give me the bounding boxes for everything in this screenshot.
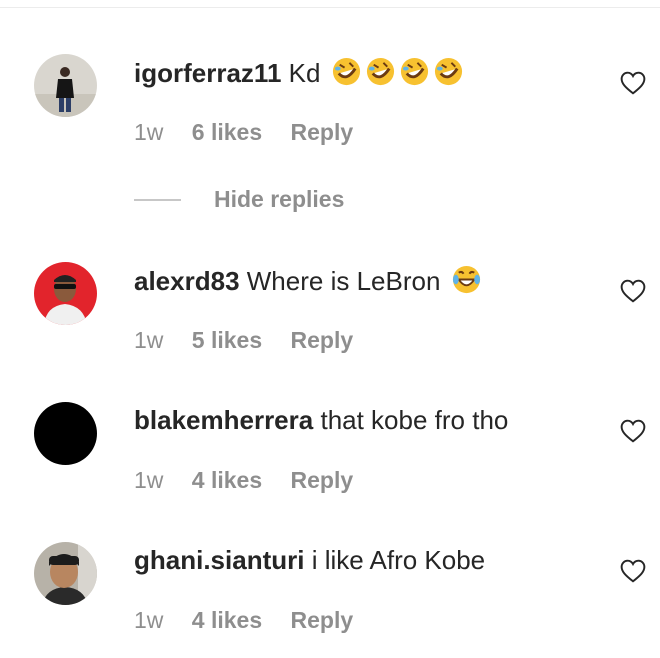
comment-text: that kobe fro tho (320, 405, 509, 435)
comment-meta: 1w 6 likes Reply (134, 118, 375, 146)
rofl-emoji-icon (400, 57, 428, 86)
heart-outline-icon[interactable] (620, 559, 646, 583)
comment-line: blakemherrera that kobe fro tho (134, 404, 508, 436)
comment-time[interactable]: 1w (134, 607, 163, 633)
comment-meta: 1w 4 likes Reply (134, 466, 375, 494)
comment-username[interactable]: igorferraz11 (134, 58, 281, 88)
avatar-image (34, 54, 97, 117)
avatar[interactable] (34, 402, 97, 465)
comment-time[interactable]: 1w (134, 119, 163, 145)
avatar-image (34, 262, 97, 325)
replies-divider-line (134, 199, 181, 201)
heart-outline-icon[interactable] (620, 419, 646, 443)
rofl-emoji-icon (434, 57, 462, 86)
comment-likes[interactable]: 6 likes (192, 119, 262, 145)
comment-text: Where is LeBron (246, 266, 441, 296)
avatar[interactable] (34, 54, 97, 117)
comment-line: alexrd83 Where is LeBron (134, 264, 482, 297)
reply-button[interactable]: Reply (291, 607, 354, 633)
reply-button[interactable]: Reply (291, 327, 354, 353)
comment-line: ghani.sianturi i like Afro Kobe (134, 544, 485, 576)
rofl-emoji-icon (332, 57, 360, 86)
comment-username[interactable]: alexrd83 (134, 266, 240, 296)
comment-time[interactable]: 1w (134, 327, 163, 353)
heart-outline-icon[interactable] (620, 279, 646, 303)
reply-button[interactable]: Reply (291, 119, 354, 145)
reply-button[interactable]: Reply (291, 467, 354, 493)
comment-likes[interactable]: 4 likes (192, 467, 262, 493)
comment-text: Kd (288, 58, 321, 88)
hide-replies-label[interactable]: Hide replies (214, 184, 344, 214)
rofl-emoji-icon (366, 57, 394, 86)
comment-line: igorferraz11 Kd (134, 56, 464, 89)
avatar[interactable] (34, 542, 97, 605)
avatar-image (34, 542, 97, 605)
heart-outline-icon[interactable] (620, 71, 646, 95)
comment-username[interactable]: blakemherrera (134, 405, 313, 435)
comment-meta: 1w 5 likes Reply (134, 326, 375, 354)
comment-text: i like Afro Kobe (311, 545, 486, 575)
avatar-image (34, 402, 97, 465)
joy-emoji-icon (452, 265, 480, 294)
comment-likes[interactable]: 4 likes (192, 607, 262, 633)
comment-username[interactable]: ghani.sianturi (134, 545, 304, 575)
comment-likes[interactable]: 5 likes (192, 327, 262, 353)
comment-time[interactable]: 1w (134, 467, 163, 493)
comment-meta: 1w 4 likes Reply (134, 606, 375, 634)
avatar[interactable] (34, 262, 97, 325)
top-divider (0, 0, 660, 8)
comments-panel: igorferraz11 Kd 1w 6 likes Reply Hide re… (0, 0, 660, 658)
